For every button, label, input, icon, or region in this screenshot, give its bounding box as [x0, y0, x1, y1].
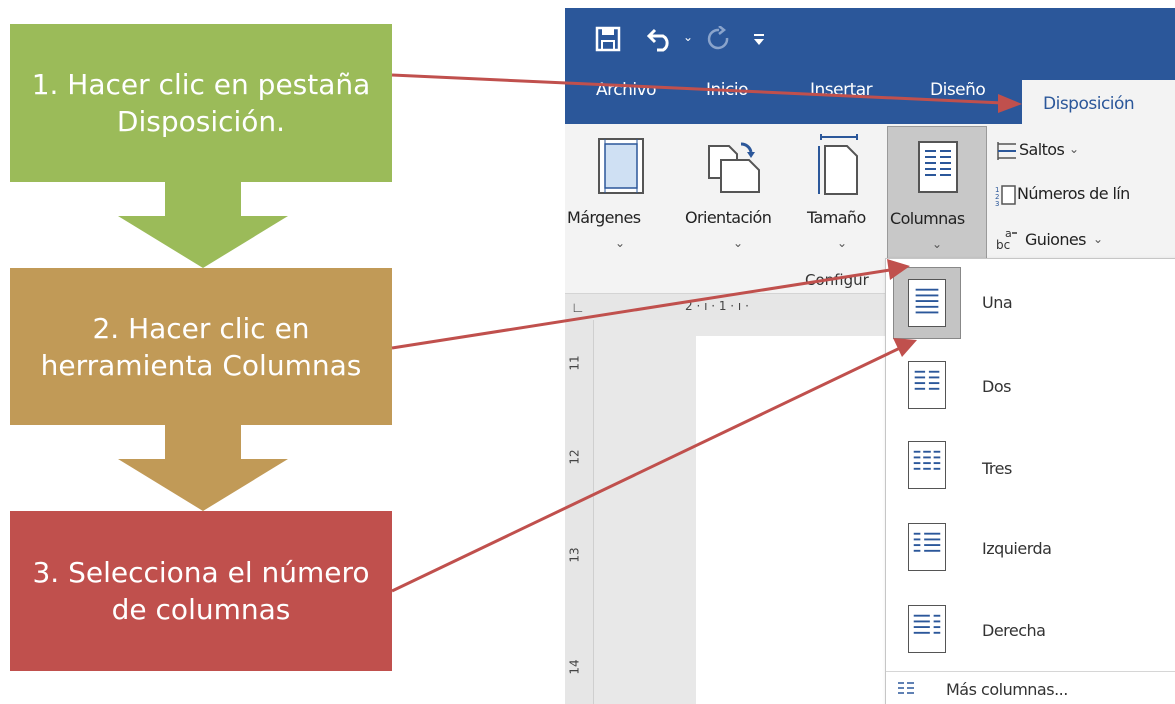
arrow-to-options	[391, 346, 901, 593]
arrow-to-columnas	[391, 268, 891, 350]
arrow-to-tab-head	[998, 94, 1022, 113]
arrow-to-options-head	[893, 338, 917, 357]
arrow-to-columnas-head	[887, 259, 910, 280]
arrow-to-tab	[391, 73, 1004, 105]
annotation-arrows	[391, 73, 1022, 593]
